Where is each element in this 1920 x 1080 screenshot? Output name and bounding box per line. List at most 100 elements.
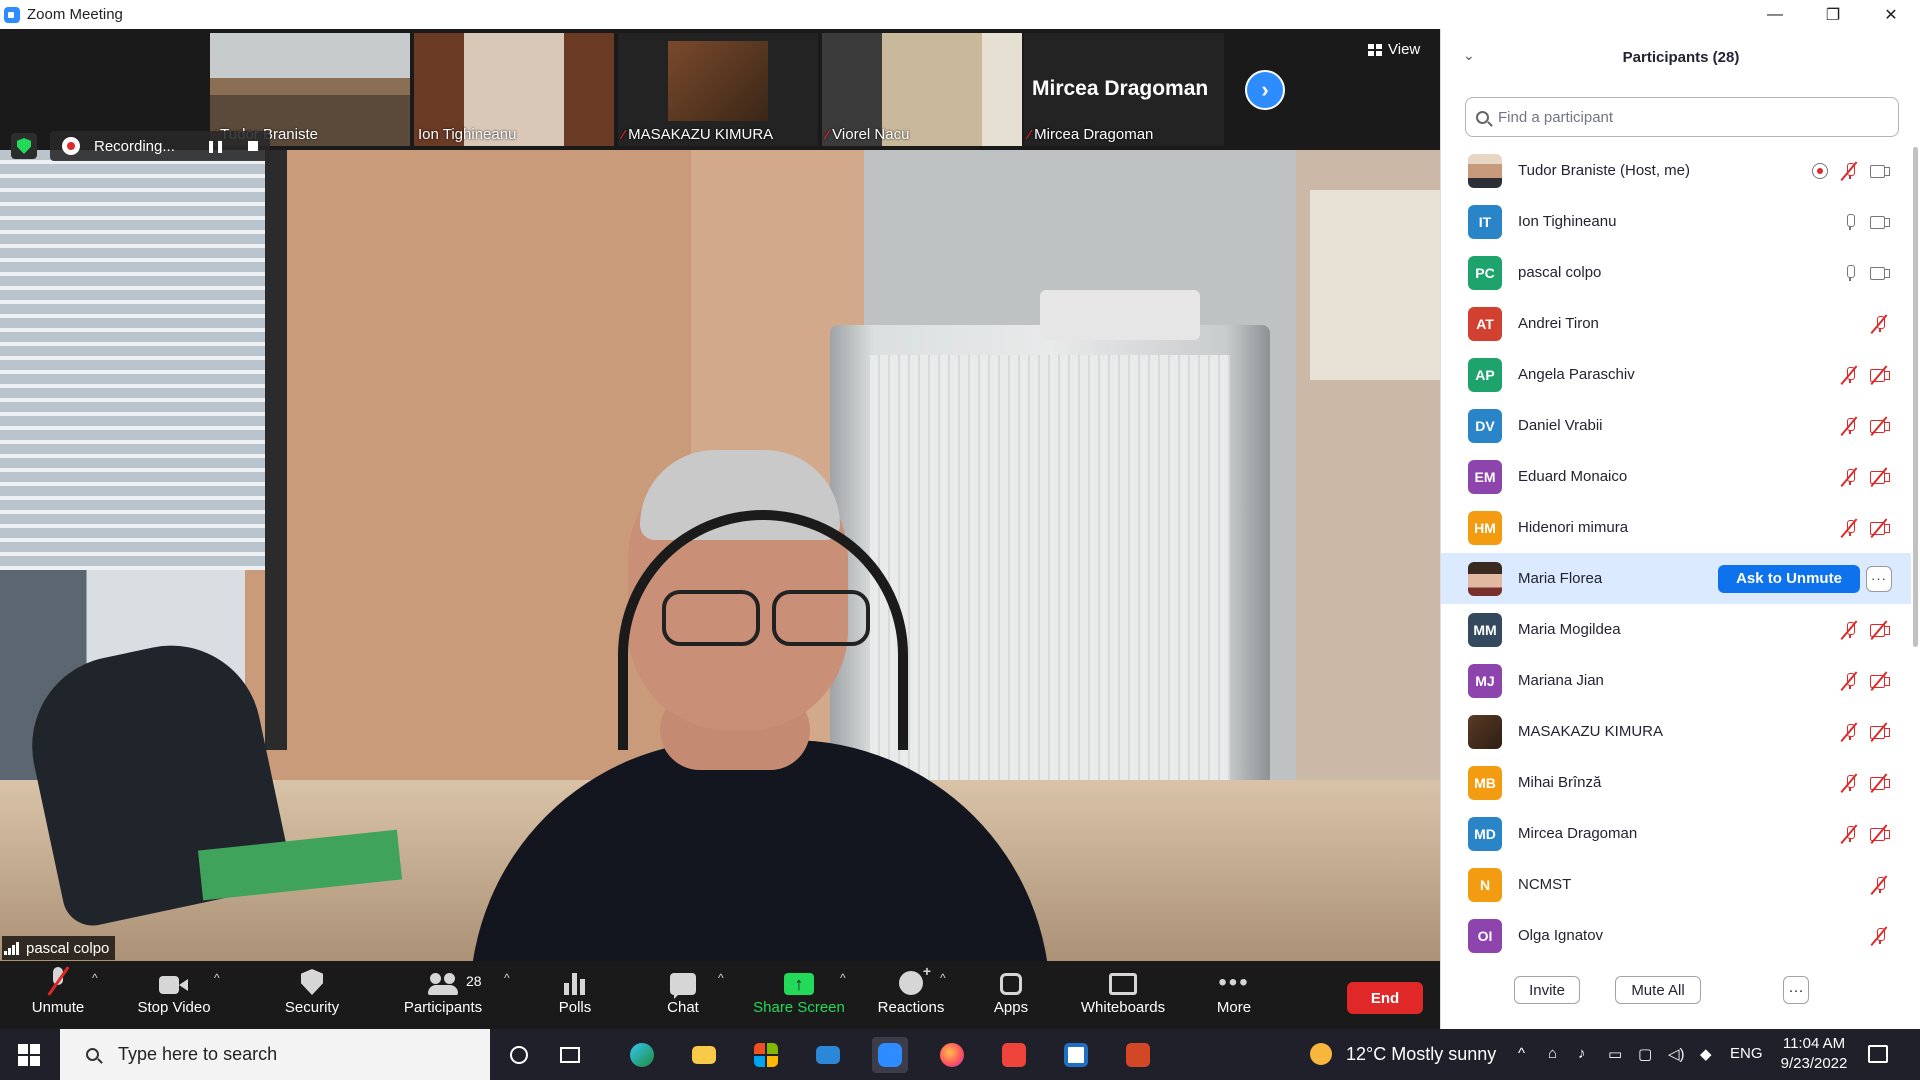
minimize-button[interactable]: — xyxy=(1746,0,1804,29)
participant-more-button[interactable]: ··· xyxy=(1866,565,1892,592)
video-thumbnail[interactable]: ⁄Tudor Braniste xyxy=(210,33,410,146)
microphone-muted-icon[interactable] xyxy=(1839,721,1861,742)
video-options-caret[interactable]: ^ xyxy=(214,971,220,985)
pause-recording-button[interactable]: ❚❚ xyxy=(206,139,225,153)
participants-button[interactable]: Participants xyxy=(400,961,486,1029)
microphone-muted-icon[interactable] xyxy=(1839,619,1861,640)
camera-off-icon[interactable] xyxy=(1869,619,1891,640)
end-meeting-button[interactable]: End xyxy=(1347,982,1423,1014)
microphone-muted-icon[interactable] xyxy=(1839,772,1861,793)
video-thumbnail[interactable]: Mircea Dragoman ⁄ Mircea Dragoman xyxy=(1024,33,1224,146)
network-status-icon[interactable]: ⌂ xyxy=(1548,1045,1557,1062)
tray-chevron-icon[interactable]: ^ xyxy=(1518,1045,1525,1062)
participant-row[interactable]: AT Andrei Tiron xyxy=(1441,298,1911,349)
invite-button[interactable]: Invite xyxy=(1514,976,1580,1004)
participant-row[interactable]: Maria Florea Ask to Unmute ··· xyxy=(1441,553,1911,604)
audio-options-caret[interactable]: ^ xyxy=(92,971,98,985)
whiteboards-button[interactable]: Whiteboards xyxy=(1076,961,1170,1029)
security-button[interactable]: Security xyxy=(275,961,349,1029)
apps-button[interactable]: Apps xyxy=(984,961,1038,1029)
microphone-muted-icon[interactable] xyxy=(1839,160,1861,181)
participant-row[interactable]: AP Angela Paraschiv xyxy=(1441,349,1911,400)
next-page-button[interactable]: › xyxy=(1245,70,1285,110)
chat-button[interactable]: Chat xyxy=(656,961,710,1029)
firefox-icon[interactable] xyxy=(934,1037,970,1073)
participant-search[interactable] xyxy=(1465,97,1899,137)
microsoft-store-icon[interactable] xyxy=(748,1037,784,1073)
participant-row[interactable]: HM Hidenori mimura xyxy=(1441,502,1911,553)
video-thumbnail[interactable]: ⁄ MASAKAZU KIMURA xyxy=(618,33,818,146)
microphone-muted-icon[interactable] xyxy=(1839,364,1861,385)
chat-options-caret[interactable]: ^ xyxy=(718,971,724,985)
cortana-icon[interactable] xyxy=(501,1037,537,1073)
file-explorer-icon[interactable] xyxy=(686,1037,722,1073)
share-options-caret[interactable]: ^ xyxy=(840,971,846,985)
edge-browser-icon[interactable] xyxy=(624,1037,660,1073)
microphone-muted-icon[interactable] xyxy=(1839,415,1861,436)
microphone-muted-icon[interactable] xyxy=(1839,670,1861,691)
reactions-button[interactable]: Reactions xyxy=(874,961,948,1029)
polls-button[interactable]: Polls xyxy=(548,961,602,1029)
camera-icon[interactable] xyxy=(1869,161,1891,181)
restore-button[interactable]: ❐ xyxy=(1804,0,1862,29)
taskbar-search[interactable]: Type here to search xyxy=(60,1029,490,1080)
more-button[interactable]: ••• More xyxy=(1206,961,1262,1029)
unmute-button[interactable]: Unmute xyxy=(20,961,96,1029)
encryption-badge[interactable] xyxy=(11,133,37,159)
reactions-options-caret[interactable]: ^ xyxy=(940,971,946,985)
camera-off-icon[interactable] xyxy=(1869,670,1891,691)
camera-icon[interactable] xyxy=(1869,212,1891,232)
ask-to-unmute-button[interactable]: Ask to Unmute xyxy=(1718,564,1860,593)
participant-row[interactable]: IT Ion Tighineanu xyxy=(1441,196,1911,247)
camera-off-icon[interactable] xyxy=(1869,772,1891,793)
mute-all-button[interactable]: Mute All xyxy=(1615,976,1701,1004)
camera-icon[interactable] xyxy=(1869,263,1891,283)
participant-row[interactable]: MD Mircea Dragoman xyxy=(1441,808,1911,859)
microphone-muted-icon[interactable] xyxy=(1839,823,1861,844)
language-indicator[interactable]: ENG xyxy=(1730,1045,1763,1062)
microphone-icon[interactable] xyxy=(1839,263,1861,283)
stop-video-button[interactable]: Stop Video xyxy=(130,961,218,1029)
notification-center-icon[interactable] xyxy=(1868,1045,1888,1063)
battery-icon[interactable]: ▭ xyxy=(1608,1045,1622,1063)
dropbox-icon[interactable]: ◆ xyxy=(1700,1045,1712,1063)
participant-row[interactable]: N NCMST xyxy=(1441,859,1911,910)
share-screen-button[interactable]: ↑ Share Screen xyxy=(752,961,846,1029)
microphone-muted-icon[interactable] xyxy=(1869,925,1891,946)
microphone-muted-icon[interactable] xyxy=(1869,313,1891,334)
microphone-muted-icon[interactable] xyxy=(1839,517,1861,538)
participant-row[interactable]: MJ Mariana Jian xyxy=(1441,655,1911,706)
camera-off-icon[interactable] xyxy=(1869,466,1891,487)
microphone-muted-icon[interactable] xyxy=(1869,874,1891,895)
display-icon[interactable]: ▢ xyxy=(1638,1045,1652,1063)
video-thumbnail[interactable]: Ion Tighineanu xyxy=(414,33,614,146)
participant-row[interactable]: DV Daniel Vrabii xyxy=(1441,400,1911,451)
microphone-muted-icon[interactable] xyxy=(1839,466,1861,487)
anydesk-icon[interactable] xyxy=(996,1037,1032,1073)
camera-off-icon[interactable] xyxy=(1869,517,1891,538)
view-button[interactable]: View xyxy=(1368,41,1420,58)
zoom-taskbar-icon[interactable] xyxy=(872,1037,908,1073)
participants-options-caret[interactable]: ^ xyxy=(504,971,510,985)
panel-more-button[interactable]: ··· xyxy=(1783,976,1809,1004)
participant-search-input[interactable] xyxy=(1498,108,1878,126)
camera-off-icon[interactable] xyxy=(1869,823,1891,844)
clock[interactable]: 11:04 AM 9/23/2022 xyxy=(1778,1034,1850,1074)
task-view-icon[interactable] xyxy=(552,1037,588,1073)
camera-off-icon[interactable] xyxy=(1869,721,1891,742)
microphone-tray-icon[interactable]: ♪ xyxy=(1578,1045,1586,1062)
participant-row[interactable]: EM Eduard Monaico xyxy=(1441,451,1911,502)
volume-icon[interactable]: ◁) xyxy=(1668,1045,1685,1063)
participant-row[interactable]: MM Maria Mogildea xyxy=(1441,604,1911,655)
mail-icon[interactable] xyxy=(810,1037,846,1073)
windows-start-icon[interactable] xyxy=(18,1044,40,1066)
camera-off-icon[interactable] xyxy=(1869,415,1891,436)
microphone-icon[interactable] xyxy=(1839,212,1861,232)
participant-row[interactable]: Tudor Braniste (Host, me) xyxy=(1441,145,1911,196)
participant-row[interactable]: MASAKAZU KIMURA xyxy=(1441,706,1911,757)
video-thumbnail[interactable]: ⁄ Viorel Nacu xyxy=(822,33,1022,146)
participant-row[interactable]: MB Mihai Brînză xyxy=(1441,757,1911,808)
app-window-icon[interactable] xyxy=(1058,1037,1094,1073)
powerpoint-icon[interactable] xyxy=(1120,1037,1156,1073)
weather-text[interactable]: 12°C Mostly sunny xyxy=(1346,1044,1496,1065)
